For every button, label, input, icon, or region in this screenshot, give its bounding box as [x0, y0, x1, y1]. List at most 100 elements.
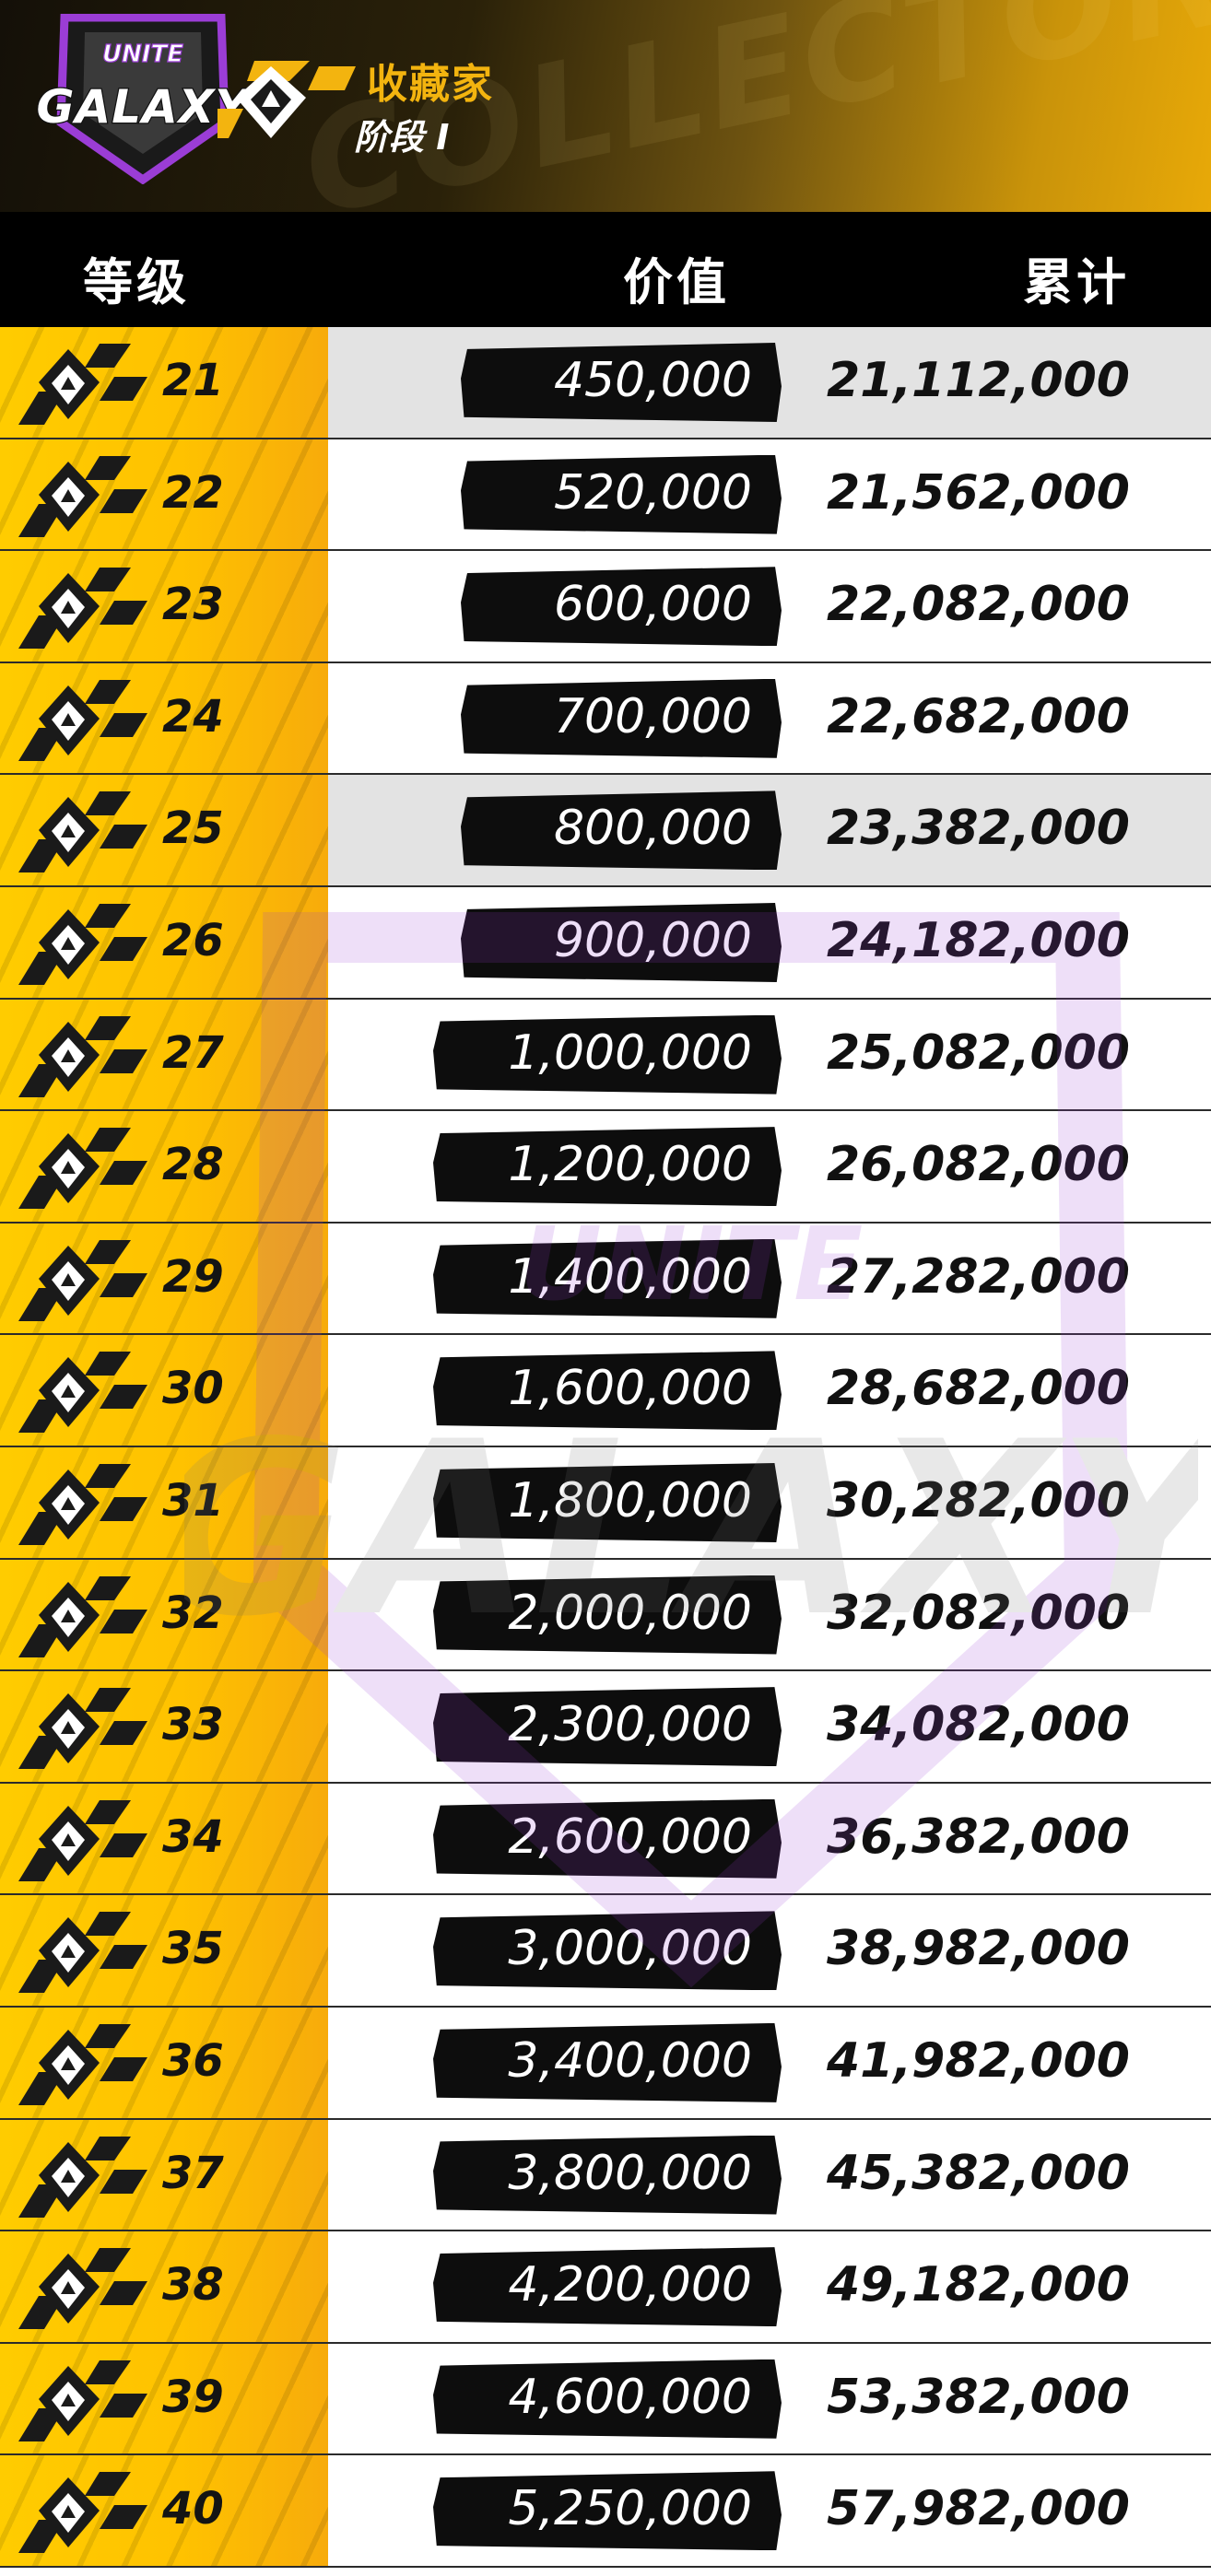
level-number: 23: [162, 579, 224, 631]
collector-rank-icon: [18, 1799, 147, 1881]
value-amount: 800,000: [553, 801, 752, 857]
table-row: 32 2,000,000 32,082,000: [0, 1559, 1211, 1672]
collector-rank-icon: [18, 791, 147, 873]
level-number: 38: [162, 2259, 224, 2312]
collector-rank-icon: [18, 1912, 147, 1994]
value-amount: 520,000: [553, 464, 752, 521]
level-number: 40: [162, 2483, 224, 2535]
column-header-level: 等级: [83, 253, 190, 311]
table-row: 35 3,000,000 38,982,000: [0, 1895, 1211, 2008]
table-row: 37 3,800,000 45,382,000: [0, 2119, 1211, 2232]
total-amount: 22,082,000: [827, 577, 1130, 633]
table-row: 34 2,600,000 36,382,000: [0, 1783, 1211, 1896]
value-amount: 3,400,000: [508, 2032, 752, 2089]
value-amount: 1,600,000: [508, 1361, 752, 1417]
value-amount: 600,000: [553, 577, 752, 633]
collector-rank-icon: [18, 2472, 147, 2554]
value-amount: 900,000: [553, 912, 752, 968]
table-row: 27 1,000,000 25,082,000: [0, 999, 1211, 1112]
logo-unite-text: UNITE: [102, 41, 183, 68]
collector-rank-icon: [18, 679, 147, 761]
total-amount: 27,282,000: [827, 1248, 1130, 1305]
level-number: 21: [162, 355, 224, 406]
value-amount: 3,800,000: [508, 2145, 752, 2201]
total-amount: 41,982,000: [827, 2032, 1130, 2089]
total-amount: 49,182,000: [827, 2257, 1130, 2313]
level-number: 37: [162, 2147, 224, 2199]
collector-rank-icon: [18, 2248, 147, 2330]
total-amount: 34,082,000: [827, 1697, 1130, 1753]
table-row: 23 600,000 22,082,000: [0, 551, 1211, 663]
collector-rank-icon: [18, 1575, 147, 1657]
value-amount: 1,200,000: [508, 1137, 752, 1193]
total-amount: 45,382,000: [827, 2145, 1130, 2201]
value-amount: 5,250,000: [508, 2481, 752, 2537]
level-number: 33: [162, 1699, 224, 1751]
value-amount: 2,600,000: [508, 1809, 752, 1865]
table-row: 24 700,000 22,682,000: [0, 662, 1211, 776]
total-amount: 21,562,000: [827, 464, 1130, 521]
level-number: 32: [162, 1587, 224, 1639]
level-number: 29: [162, 1250, 224, 1303]
total-amount: 28,682,000: [827, 1361, 1130, 1417]
collector-rank-icon: [18, 2136, 147, 2218]
table-row: 28 1,200,000 26,082,000: [0, 1111, 1211, 1224]
collector-rank-icon: [18, 1463, 147, 1545]
value-amount: 1,400,000: [508, 1248, 752, 1305]
collector-rank-icon: [18, 568, 147, 650]
table-row: 30 1,600,000 28,682,000: [0, 1335, 1211, 1447]
collector-rank-icon: [18, 1128, 147, 1210]
total-amount: 53,382,000: [827, 2369, 1130, 2425]
value-amount: 4,600,000: [508, 2369, 752, 2425]
level-number: 39: [162, 2371, 224, 2423]
table-row: 40 5,250,000 57,982,000: [0, 2455, 1211, 2568]
collector-rank-icon: [18, 455, 147, 537]
table-row: 26 900,000 24,182,000: [0, 886, 1211, 1000]
value-amount: 450,000: [553, 353, 752, 408]
collector-rank-icon: [18, 903, 147, 985]
table-row: 33 2,300,000 34,082,000: [0, 1671, 1211, 1784]
value-amount: 2,000,000: [508, 1585, 752, 1641]
total-amount: 32,082,000: [827, 1585, 1130, 1641]
level-table: 21 450,000 21,112,000 22 520,000 21,562,000 23…: [0, 327, 1211, 2568]
collector-rank-icon: [18, 1352, 147, 1434]
collector-rank-icon: [18, 2359, 147, 2441]
level-number: 26: [162, 914, 224, 966]
level-number: 31: [162, 1474, 224, 1527]
level-number: 28: [162, 1139, 224, 1191]
collector-rank-icon: [18, 1688, 147, 1770]
total-amount: 30,282,000: [827, 1472, 1130, 1528]
level-number: 24: [162, 690, 224, 743]
level-number: 34: [162, 1810, 224, 1863]
table-row: 21 450,000 21,112,000: [0, 327, 1211, 439]
value-amount: 4,200,000: [508, 2257, 752, 2313]
table-row: 38 4,200,000 49,182,000: [0, 2231, 1211, 2344]
level-number: 27: [162, 1026, 224, 1079]
total-amount: 38,982,000: [827, 1921, 1130, 1977]
total-amount: 36,382,000: [827, 1809, 1130, 1865]
collector-rank-icon: [18, 344, 147, 425]
level-number: 30: [162, 1363, 224, 1415]
level-number: 25: [162, 802, 224, 855]
total-amount: 23,382,000: [827, 801, 1130, 857]
level-number: 35: [162, 1923, 224, 1975]
table-row: 39 4,600,000 53,382,000: [0, 2343, 1211, 2456]
level-number: 22: [162, 466, 224, 519]
value-amount: 1,000,000: [508, 1025, 752, 1081]
collector-rank-icon: [18, 1239, 147, 1321]
collector-rank-emblem: [218, 61, 356, 138]
table-row: 31 1,800,000 30,282,000: [0, 1446, 1211, 1560]
header-banner: COLLECTOR UNITE GALAXY 收藏家 阶段 I: [0, 0, 1211, 212]
value-amount: 3,000,000: [508, 1921, 752, 1977]
table-row: 22 520,000 21,562,000: [0, 439, 1211, 552]
total-amount: 24,182,000: [827, 912, 1130, 968]
page-title: 收藏家: [367, 61, 494, 108]
collector-rank-icon: [18, 2023, 147, 2105]
column-header-total: 累计: [1023, 253, 1130, 311]
value-amount: 700,000: [553, 688, 752, 744]
stage-subtitle: 阶段 I: [354, 117, 450, 158]
total-amount: 57,982,000: [827, 2481, 1130, 2537]
collector-rank-icon: [18, 1015, 147, 1097]
table-row: 36 3,400,000 41,982,000: [0, 2007, 1211, 2120]
total-amount: 21,112,000: [827, 353, 1130, 408]
